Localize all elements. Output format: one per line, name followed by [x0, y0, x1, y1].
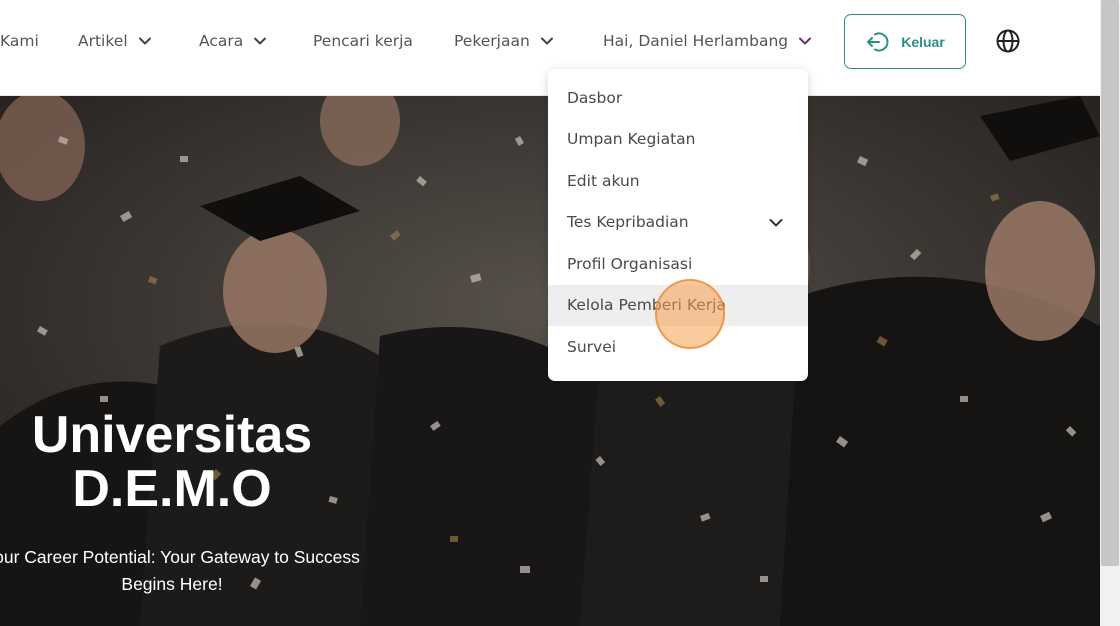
chevron-down-icon[interactable]	[768, 215, 784, 231]
hero-subtitle: Your Career Potential: Your Gateway to S…	[0, 547, 360, 594]
nav-acara[interactable]: Acara	[199, 30, 267, 52]
nav-pekerjaan-label: Pekerjaan	[454, 32, 530, 50]
scrollbar-thumb[interactable]	[1101, 0, 1119, 566]
menu-item-label: Survei	[567, 337, 617, 356]
nav-pencari-kerja-label: Pencari kerja	[313, 32, 413, 50]
hero-title: Universitas D.E.M.O	[31, 406, 313, 518]
user-greeting: Hai, Daniel Herlambang	[603, 32, 789, 50]
logout-label: Keluar	[901, 33, 945, 50]
nav-acara-label: Acara	[199, 32, 244, 50]
nav-artikel-label: Artikel	[78, 32, 128, 50]
menu-item-edit-akun[interactable]: Edit akun	[548, 160, 808, 202]
chevron-down-icon	[138, 34, 152, 48]
menu-item-kelola-pemberi-kerja[interactable]: Kelola Pemberi Kerja	[548, 284, 808, 326]
menu-item-label: Tes Kepribadian	[567, 213, 689, 232]
nav-pencari-kerja[interactable]: Pencari kerja	[313, 30, 413, 52]
menu-item-label: Umpan Kegiatan	[567, 130, 696, 149]
menu-item-dasbor[interactable]: Dasbor	[548, 77, 808, 119]
nav-tentang-kami[interactable]: Kami	[0, 30, 39, 52]
menu-item-label: Kelola Pemberi Kerja	[567, 296, 726, 315]
menu-item-tes-kepribadian[interactable]: Tes Kepribadian	[548, 202, 808, 244]
user-menu-toggle[interactable]: Hai, Daniel Herlambang	[603, 30, 812, 52]
menu-item-umpan-kegiatan[interactable]: Umpan Kegiatan	[548, 119, 808, 161]
logout-icon	[865, 29, 891, 55]
chevron-down-icon	[253, 34, 267, 48]
menu-item-survei[interactable]: Survei	[548, 326, 808, 368]
nav-kami-label: Kami	[0, 32, 39, 50]
menu-item-label: Edit akun	[567, 171, 640, 190]
menu-item-profil-organisasi[interactable]: Profil Organisasi	[548, 243, 808, 285]
chevron-down-icon	[540, 34, 554, 48]
menu-item-label: Profil Organisasi	[567, 254, 693, 273]
user-dropdown-menu: Dasbor Umpan Kegiatan Edit akun Tes Kepr…	[548, 69, 808, 381]
logout-button[interactable]: Keluar	[844, 14, 966, 69]
chevron-down-icon	[798, 34, 812, 48]
nav-pekerjaan[interactable]: Pekerjaan	[454, 30, 554, 52]
nav-artikel[interactable]: Artikel	[78, 30, 152, 52]
menu-item-label: Dasbor	[567, 88, 623, 107]
globe-icon[interactable]	[995, 28, 1021, 54]
